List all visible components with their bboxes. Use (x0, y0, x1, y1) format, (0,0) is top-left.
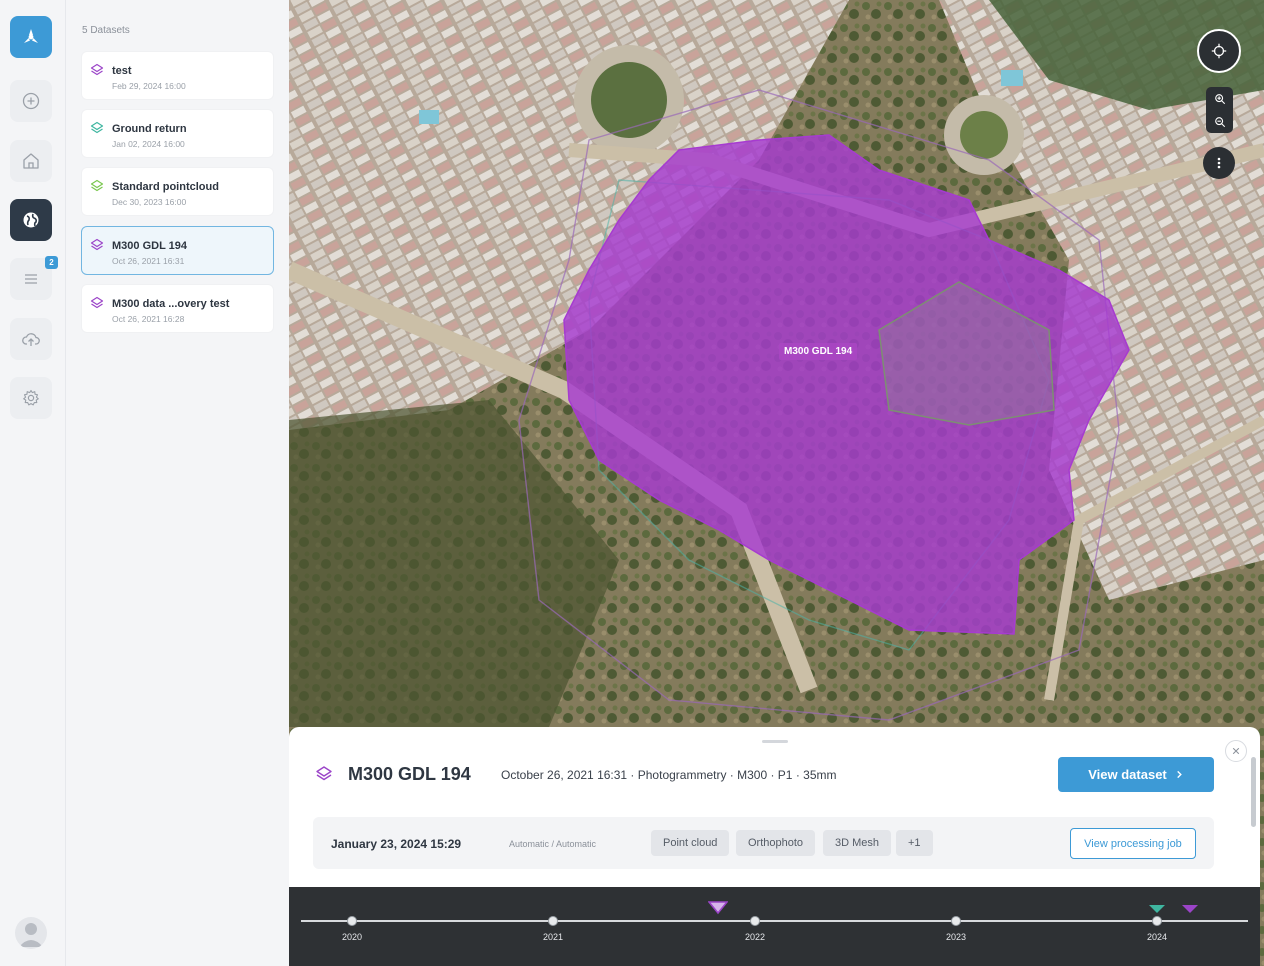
layers-icon (90, 121, 104, 134)
upload-button[interactable] (10, 318, 52, 360)
timeline-year-label: 2022 (744, 932, 766, 942)
dataset-name: M300 data ...overy test (112, 298, 230, 310)
job-date: January 23, 2024 15:29 (331, 837, 462, 851)
timeline-year-dot (750, 916, 760, 926)
home-icon (23, 153, 39, 169)
home-button[interactable] (10, 140, 52, 182)
sheet-scrollbar[interactable] (1251, 757, 1256, 827)
zoom-controls (1206, 87, 1233, 133)
menu-lines-icon (25, 274, 37, 284)
layers-icon (316, 766, 332, 781)
jobs-count-badge: 2 (45, 256, 58, 269)
more-vertical-icon (1217, 157, 1221, 169)
user-avatar[interactable] (15, 917, 47, 949)
dataset-date: Feb 29, 2024 16:00 (112, 81, 186, 91)
dataset-card[interactable]: Ground return Jan 02, 2024 16:00 (81, 109, 274, 158)
dataset-date: Jan 02, 2024 16:00 (112, 139, 185, 149)
layers-icon (90, 238, 104, 251)
timeline-year-dot (951, 916, 961, 926)
crosshair-icon (1211, 43, 1227, 59)
view-dataset-button[interactable]: View dataset (1058, 757, 1214, 792)
new-dataset-button[interactable] (10, 80, 52, 122)
drone-logo-icon (24, 29, 38, 43)
compass-button[interactable] (1197, 29, 1241, 73)
settings-button[interactable] (10, 377, 52, 419)
zoom-out-button[interactable] (1206, 110, 1233, 133)
timeline-marker-selected[interactable] (708, 901, 728, 915)
cloud-upload-icon (22, 333, 40, 346)
timeline-year-dot (1152, 916, 1162, 926)
app-logo-button[interactable] (10, 16, 52, 58)
user-avatar-icon (19, 923, 43, 947)
output-chip-point-cloud[interactable]: Point cloud (651, 830, 730, 856)
footprint-label[interactable]: M300 GDL 194 (779, 343, 858, 360)
dataset-card[interactable]: M300 data ...overy test Oct 26, 2021 16:2… (81, 284, 274, 333)
timeline-marker-teal[interactable] (1149, 905, 1165, 914)
dataset-title: M300 GDL 194 (348, 764, 471, 784)
datasets-panel: 5 Datasets test Feb 29, 2024 16:00 Ground … (66, 0, 289, 966)
dataset-date: Oct 26, 2021 16:28 (112, 314, 185, 324)
timeline-marker-purple[interactable] (1182, 905, 1198, 914)
plus-circle-icon (22, 92, 40, 110)
datasets-count: 5 Datasets (82, 25, 130, 36)
layers-icon (90, 296, 104, 309)
zoom-in-icon (1214, 93, 1225, 104)
dataset-card[interactable]: M300 GDL 194 Oct 26, 2021 16:31 (81, 226, 274, 275)
zoom-in-button[interactable] (1206, 87, 1233, 110)
dataset-name: M300 GDL 194 (112, 240, 188, 252)
timeline-track (301, 920, 1248, 922)
sheet-drag-handle[interactable] (762, 740, 788, 743)
dataset-card[interactable]: test Feb 29, 2024 16:00 (81, 51, 274, 100)
dataset-date: Oct 26, 2021 16:31 (112, 256, 185, 266)
dataset-name: Standard pointcloud (112, 181, 219, 193)
output-chip-3d-mesh[interactable]: 3D Mesh (823, 830, 892, 856)
timeline-year-label: 2024 (1146, 932, 1168, 942)
dataset-name: Ground return (112, 123, 187, 135)
view-dataset-label: View dataset (1088, 767, 1167, 782)
dataset-name: test (112, 65, 132, 77)
timeline-bar[interactable]: 2020 2021 2022 2023 2024 (289, 887, 1260, 966)
dataset-detail-sheet: M300 GDL 194 October 26, 2021 16:31 · Ph… (289, 727, 1260, 887)
timeline-year-dot (347, 916, 357, 926)
app-window: 2 5 Datasets test Feb 29, 2024 16:00 Groun… (0, 0, 1264, 966)
close-sheet-button[interactable] (1225, 740, 1247, 762)
timeline-year-label: 2023 (945, 932, 967, 942)
zoom-out-icon (1214, 116, 1225, 127)
timeline-year-label: 2020 (341, 932, 363, 942)
datasets-map-button[interactable] (10, 199, 52, 241)
job-mode: Automatic / Automatic (509, 839, 597, 849)
chevron-right-icon (1176, 770, 1182, 779)
close-icon (1232, 747, 1240, 755)
dataset-date: Dec 30, 2023 16:00 (112, 197, 187, 207)
layers-icon (90, 179, 104, 192)
processing-job-row: January 23, 2024 15:29 Automatic / Autom… (313, 817, 1214, 869)
gear-icon (23, 389, 39, 406)
dataset-card[interactable]: Standard pointcloud Dec 30, 2023 16:00 (81, 167, 274, 216)
view-processing-job-button[interactable]: View processing job (1070, 828, 1196, 859)
output-chip-orthophoto[interactable]: Orthophoto (736, 830, 816, 856)
layers-icon (90, 63, 104, 76)
dataset-meta: October 26, 2021 16:31 · Photogrammetry … (501, 768, 837, 782)
globe-icon (23, 212, 39, 228)
timeline-year-dot (548, 916, 558, 926)
timeline-year-label: 2021 (542, 932, 564, 942)
left-nav-rail: 2 (0, 0, 66, 966)
map-more-options-button[interactable] (1203, 147, 1235, 179)
output-chip-more[interactable]: +1 (896, 830, 933, 856)
